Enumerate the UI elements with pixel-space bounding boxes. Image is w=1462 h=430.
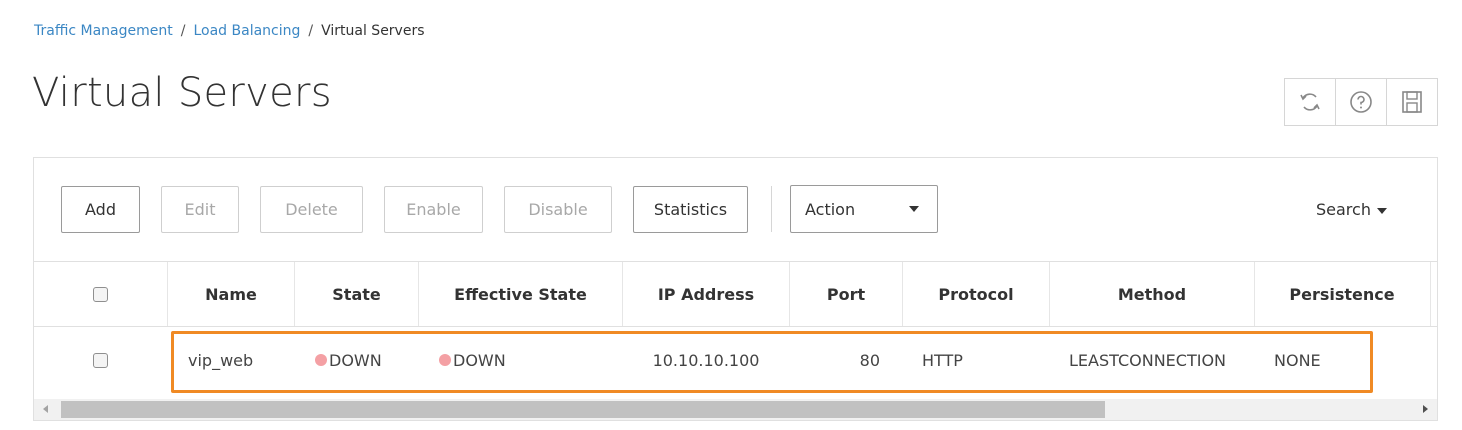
column-divider [1430, 262, 1431, 326]
column-header-name[interactable]: Name [168, 262, 294, 326]
cell-port: 80 [859, 350, 880, 370]
status-down-icon [315, 354, 327, 366]
help-icon[interactable] [1335, 79, 1386, 125]
page-actions [1284, 78, 1438, 126]
disable-button[interactable]: Disable [504, 186, 612, 233]
virtual-servers-panel: Add Edit Delete Enable Disable Statistic… [33, 157, 1438, 421]
scrollbar-thumb[interactable] [61, 401, 1105, 418]
search-label: Search [1316, 200, 1371, 219]
select-all-cell [34, 262, 167, 326]
column-header-method[interactable]: Method [1050, 262, 1254, 326]
delete-button[interactable]: Delete [260, 186, 363, 233]
column-header-state[interactable]: State [295, 262, 418, 326]
cell-ip-address: 10.10.10.100 [652, 350, 760, 370]
column-header-port[interactable]: Port [790, 262, 902, 326]
row-checkbox[interactable] [93, 352, 108, 368]
breadcrumb-traffic-management[interactable]: Traffic Management [34, 23, 173, 39]
action-select[interactable]: Action [790, 185, 938, 233]
save-icon[interactable] [1386, 79, 1437, 125]
statistics-button[interactable]: Statistics [633, 186, 748, 233]
search-toggle[interactable]: Search [1316, 200, 1387, 219]
chevron-down-icon [1376, 207, 1387, 214]
toolbar: Add Edit Delete Enable Disable Statistic… [34, 158, 1437, 262]
status-down-icon [439, 354, 451, 366]
breadcrumb: Traffic Management / Load Balancing / Virtua… [34, 23, 425, 39]
scroll-left-icon[interactable] [43, 405, 48, 413]
page-title: Virtual Servers [32, 70, 332, 116]
cell-method: LEASTCONNECTION [1069, 350, 1226, 370]
add-button[interactable]: Add [61, 186, 140, 233]
action-select-value: Action [805, 199, 856, 219]
cell-persistence: NONE [1274, 350, 1321, 370]
enable-button[interactable]: Enable [384, 186, 483, 233]
column-header-effective-state[interactable]: Effective State [419, 262, 622, 326]
select-all-checkbox[interactable] [93, 286, 108, 302]
breadcrumb-load-balancing[interactable]: Load Balancing [193, 23, 300, 39]
cell-state-text: DOWN [329, 350, 382, 370]
column-header-protocol[interactable]: Protocol [903, 262, 1049, 326]
cell-effective-state: DOWN [439, 328, 622, 392]
breadcrumb-separator: / [180, 23, 186, 39]
toolbar-divider [771, 186, 772, 232]
cell-name[interactable]: vip_web [188, 328, 294, 392]
cell-protocol: HTTP [922, 350, 963, 370]
column-header-ip-address[interactable]: IP Address [623, 262, 789, 326]
cell-effective-state-text: DOWN [453, 350, 506, 370]
column-header-persistence[interactable]: Persistence [1255, 262, 1429, 326]
breadcrumb-separator: / [308, 23, 314, 39]
chevron-down-icon [909, 206, 919, 212]
cell-state: DOWN [315, 328, 418, 392]
refresh-icon[interactable] [1285, 79, 1335, 125]
row-select-cell [34, 328, 167, 392]
table-row[interactable]: vip_web DOWN DOWN 10.10.10.100 80 HTTP L… [34, 328, 1437, 392]
scroll-right-icon[interactable] [1423, 405, 1428, 413]
table-header: Name State Effective State IP Address Po… [34, 262, 1437, 327]
breadcrumb-current: Virtual Servers [321, 23, 425, 39]
edit-button[interactable]: Edit [161, 186, 239, 233]
horizontal-scrollbar[interactable] [34, 399, 1437, 420]
